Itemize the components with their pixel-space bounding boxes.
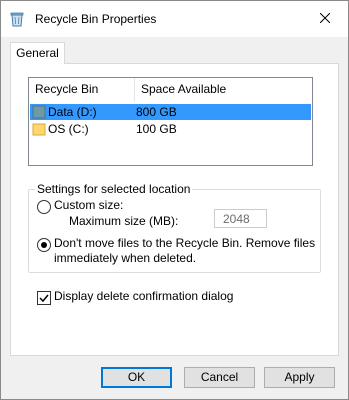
properties-window: Recycle Bin Properties General Recycle B… [0, 0, 349, 400]
list-item-data-drive[interactable]: Data (D:) 800 GB [30, 104, 311, 120]
dont-move-label[interactable]: Don't move files to the Recycle Bin. Rem… [54, 236, 315, 250]
space-available: 800 GB [136, 105, 177, 119]
ok-button[interactable]: OK [101, 367, 172, 388]
close-button[interactable] [302, 1, 348, 37]
confirm-label[interactable]: Display delete confirmation dialog [54, 289, 233, 303]
settings-group: Settings for selected location Custom si… [28, 182, 321, 273]
dont-move-label-continued[interactable]: immediately when deleted. [54, 251, 196, 265]
title-bar[interactable]: Recycle Bin Properties [1, 1, 348, 37]
recycle-bin-icon [9, 11, 25, 27]
settings-group-label: Settings for selected location [35, 182, 193, 196]
confirm-checkbox[interactable] [37, 291, 51, 305]
location-name: Data (D:) [48, 105, 97, 119]
list-header: Recycle Bin Location Space Available [29, 78, 312, 118]
general-tab-panel: Recycle Bin Location Space Available Dat… [10, 63, 339, 356]
dont-move-radio[interactable] [37, 238, 51, 252]
list-item-os-drive[interactable]: OS (C:) 100 GB [30, 121, 311, 137]
space-available: 100 GB [136, 122, 177, 136]
max-size-input[interactable]: 2048 [214, 209, 267, 228]
column-header-space[interactable]: Space Available [135, 78, 311, 102]
tab-general[interactable]: General [10, 42, 65, 64]
window-title: Recycle Bin Properties [35, 12, 157, 26]
custom-size-radio[interactable] [37, 200, 51, 214]
folder-icon [32, 122, 46, 136]
cancel-button[interactable]: Cancel [184, 367, 255, 388]
column-header-location[interactable]: Recycle Bin Location [29, 78, 135, 118]
drive-icon [32, 105, 46, 119]
custom-size-label[interactable]: Custom size: [54, 198, 123, 212]
location-name: OS (C:) [48, 122, 89, 136]
apply-button[interactable]: Apply [264, 367, 335, 388]
max-size-label: Maximum size (MB): [69, 214, 179, 228]
radio-selected-dot [41, 242, 47, 248]
location-list[interactable]: Recycle Bin Location Space Available Dat… [28, 77, 313, 166]
close-icon [319, 12, 331, 26]
